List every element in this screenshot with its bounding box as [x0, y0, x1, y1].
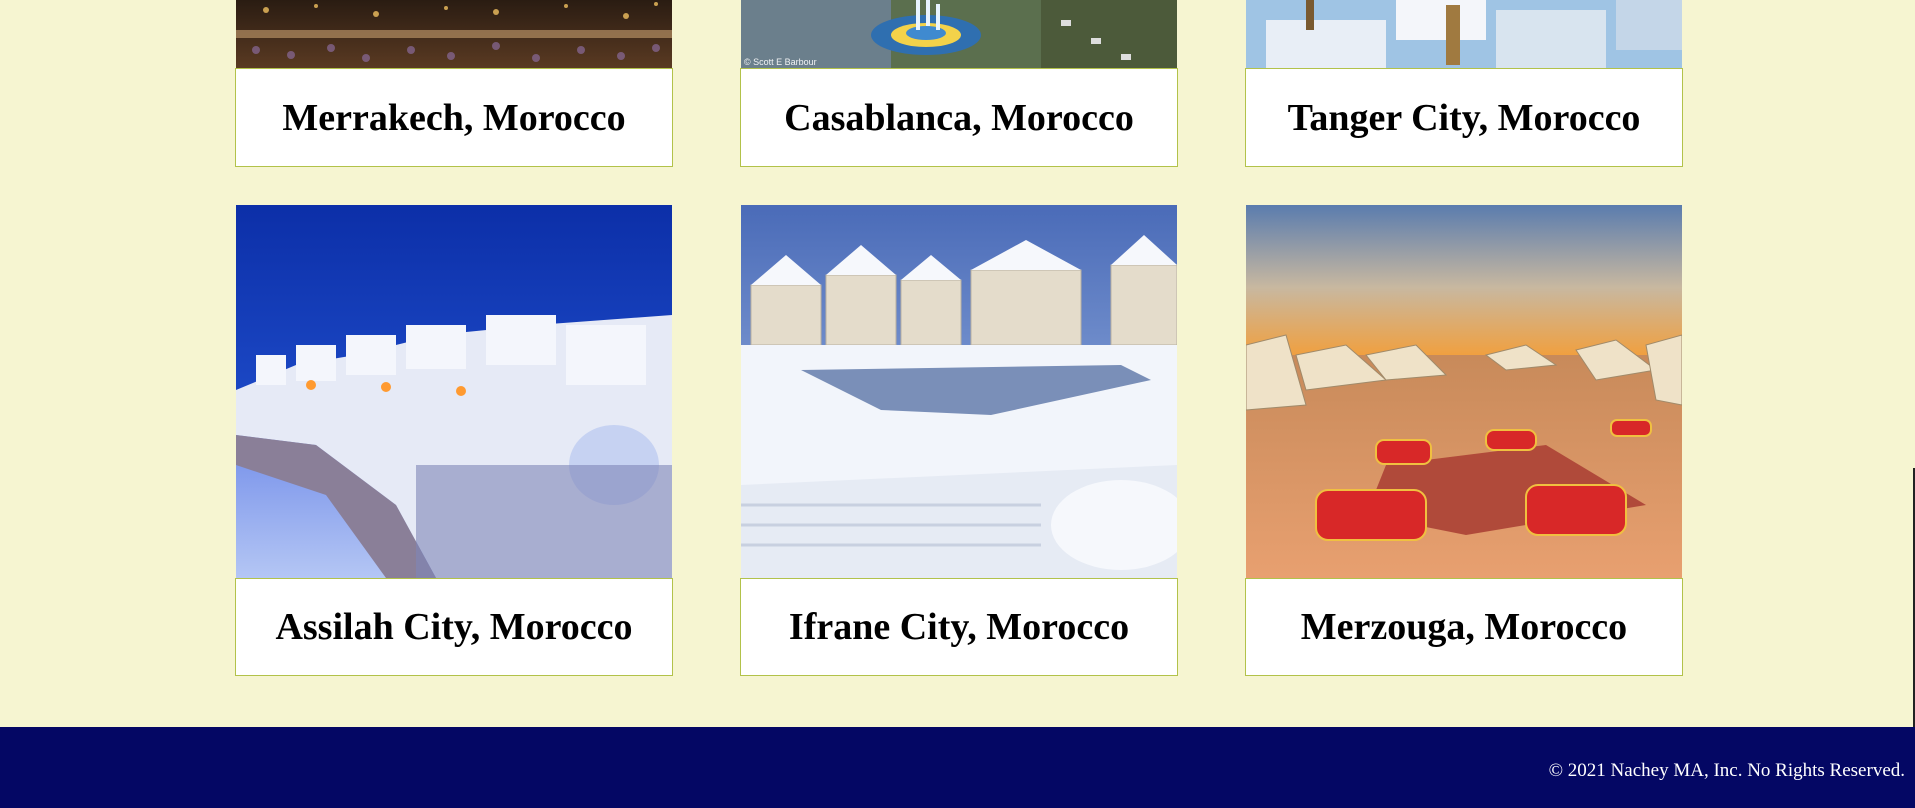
casablanca-caption: Casablanca, Morocco — [740, 68, 1178, 167]
destination-title: Merzouga, Morocco — [1300, 606, 1628, 648]
merrakech-caption: Merrakech, Morocco — [235, 68, 673, 167]
photo-credit: © Scott E Barbour — [744, 57, 817, 67]
merzouga-caption: Merzouga, Morocco — [1245, 578, 1683, 676]
destination-title: Ifrane City, Morocco — [788, 606, 1130, 648]
destination-title: Tanger City, Morocco — [1287, 96, 1641, 139]
assilah-caption: Assilah City, Morocco — [235, 578, 673, 676]
assilah-photo[interactable] — [236, 205, 672, 578]
destination-title: Merrakech, Morocco — [282, 96, 626, 139]
merrakech-photo[interactable] — [236, 0, 672, 68]
site-footer: © 2021 Nachey MA, Inc. No Rights Reserve… — [0, 727, 1915, 808]
casablanca-photo[interactable]: © Scott E Barbour — [741, 0, 1177, 68]
tanger-photo[interactable] — [1246, 0, 1682, 68]
copyright-text: © 2021 Nachey MA, Inc. No Rights Reserve… — [1548, 760, 1905, 781]
merzouga-photo[interactable] — [1246, 205, 1682, 578]
ifrane-photo[interactable] — [741, 205, 1177, 578]
destination-title: Assilah City, Morocco — [275, 606, 633, 648]
tanger-caption: Tanger City, Morocco — [1245, 68, 1683, 167]
ifrane-caption: Ifrane City, Morocco — [740, 578, 1178, 676]
destination-title: Casablanca, Morocco — [784, 96, 1134, 139]
